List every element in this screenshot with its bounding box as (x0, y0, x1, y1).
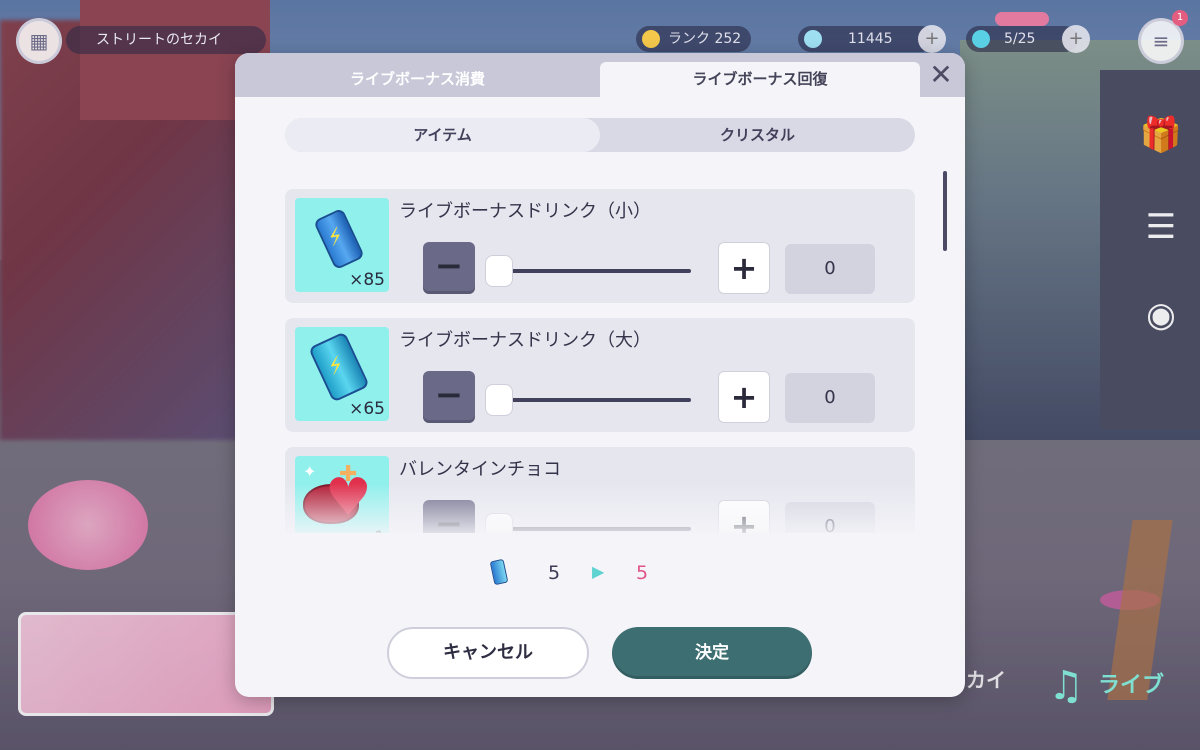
amount-slider-handle[interactable] (485, 255, 513, 287)
live-bonus-display: 5/25 + (966, 25, 1090, 53)
present-box-icon[interactable]: 🎁 (1138, 112, 1184, 158)
notification-badge: 1 (1172, 10, 1188, 26)
amount-slider-track[interactable] (495, 398, 691, 402)
area-name-label: ストリートのセカイ (66, 26, 266, 54)
dialog-tab-bar: ライブボーナス消費 ライブボーナス回復 ✕ (235, 53, 965, 97)
tab-live-bonus-recover[interactable]: ライブボーナス回復 (600, 62, 920, 97)
amount-slider-handle[interactable] (485, 384, 513, 416)
live-bonus-icon (972, 30, 990, 48)
music-note-icon: ♫ (1048, 663, 1084, 709)
segment-item[interactable]: アイテム (285, 118, 600, 152)
item-name: バレンタインチョコ (399, 459, 561, 480)
add-live-bonus-button[interactable]: + (1062, 25, 1090, 53)
cancel-button[interactable]: キャンセル (387, 627, 589, 679)
decrease-button[interactable]: − (423, 242, 475, 294)
decrease-button[interactable]: − (423, 371, 475, 423)
add-crystal-button[interactable]: + (918, 25, 946, 53)
mission-list-icon[interactable]: ☰ (1138, 204, 1184, 250)
live-bonus-current: 5 (548, 562, 561, 584)
list-fade-overlay (285, 483, 915, 533)
small-drink-can-icon: ⚡ ×85 (295, 198, 389, 292)
rank-icon (642, 30, 660, 48)
increase-button[interactable]: + (718, 242, 770, 294)
live-bonus-dialog: ライブボーナス消費 ライブボーナス回復 ✕ アイテム クリスタル ⚡ ×85 ラ… (235, 53, 965, 697)
live-bonus-count: 5/25 (1004, 31, 1036, 47)
crystal-icon (804, 30, 822, 48)
rank-text: ランク 252 (668, 31, 742, 47)
live-bonus-after: 5 (636, 562, 649, 584)
item-quantity: ×85 (349, 270, 385, 290)
event-logo[interactable] (28, 480, 148, 570)
list-scrollbar-thumb[interactable] (943, 171, 947, 251)
crystal-display: 11445 + (798, 25, 946, 53)
item-quantity: ×65 (349, 399, 385, 419)
item-list: ⚡ ×85 ライブボーナスドリンク（小） − + 0 ⚡ ×65 ライブボーナス… (285, 189, 915, 533)
list-item: ⚡ ×65 ライブボーナスドリンク（大） − + 0 (285, 318, 915, 432)
item-name: ライブボーナスドリンク（大） (399, 330, 651, 351)
crystal-count: 11445 (848, 31, 893, 47)
live-bonus-drink-icon (489, 558, 510, 588)
confirm-button[interactable]: 決定 (612, 627, 812, 679)
increase-button[interactable]: + (718, 371, 770, 423)
sekai-nav-label[interactable]: カイ (966, 664, 1006, 693)
live-bonus-timer-badge (995, 12, 1049, 26)
selected-amount: 0 (785, 373, 875, 423)
live-nav-button[interactable]: ♫ ライブ (1040, 656, 1180, 716)
map-icon: ▦ (29, 29, 49, 53)
recovery-method-toggle: アイテム クリスタル (285, 118, 915, 152)
menu-icon: ≡ (1152, 29, 1170, 53)
amount-slider-track[interactable] (495, 269, 691, 273)
close-icon[interactable]: ✕ (925, 59, 957, 91)
segment-crystal[interactable]: クリスタル (600, 118, 915, 152)
large-drink-can-icon: ⚡ ×65 (295, 327, 389, 421)
camera-icon[interactable]: ◉ (1138, 292, 1184, 338)
selected-amount: 0 (785, 244, 875, 294)
tab-live-bonus-consume[interactable]: ライブボーナス消費 (235, 62, 600, 97)
item-name: ライブボーナスドリンク（小） (399, 201, 651, 222)
arrow-right-icon: ▶ (592, 562, 605, 581)
rank-display: ランク 252 (636, 26, 752, 52)
map-button[interactable]: ▦ (16, 18, 62, 64)
live-nav-label: ライブ (1098, 673, 1165, 698)
list-item: ⚡ ×85 ライブボーナスドリンク（小） − + 0 (285, 189, 915, 303)
